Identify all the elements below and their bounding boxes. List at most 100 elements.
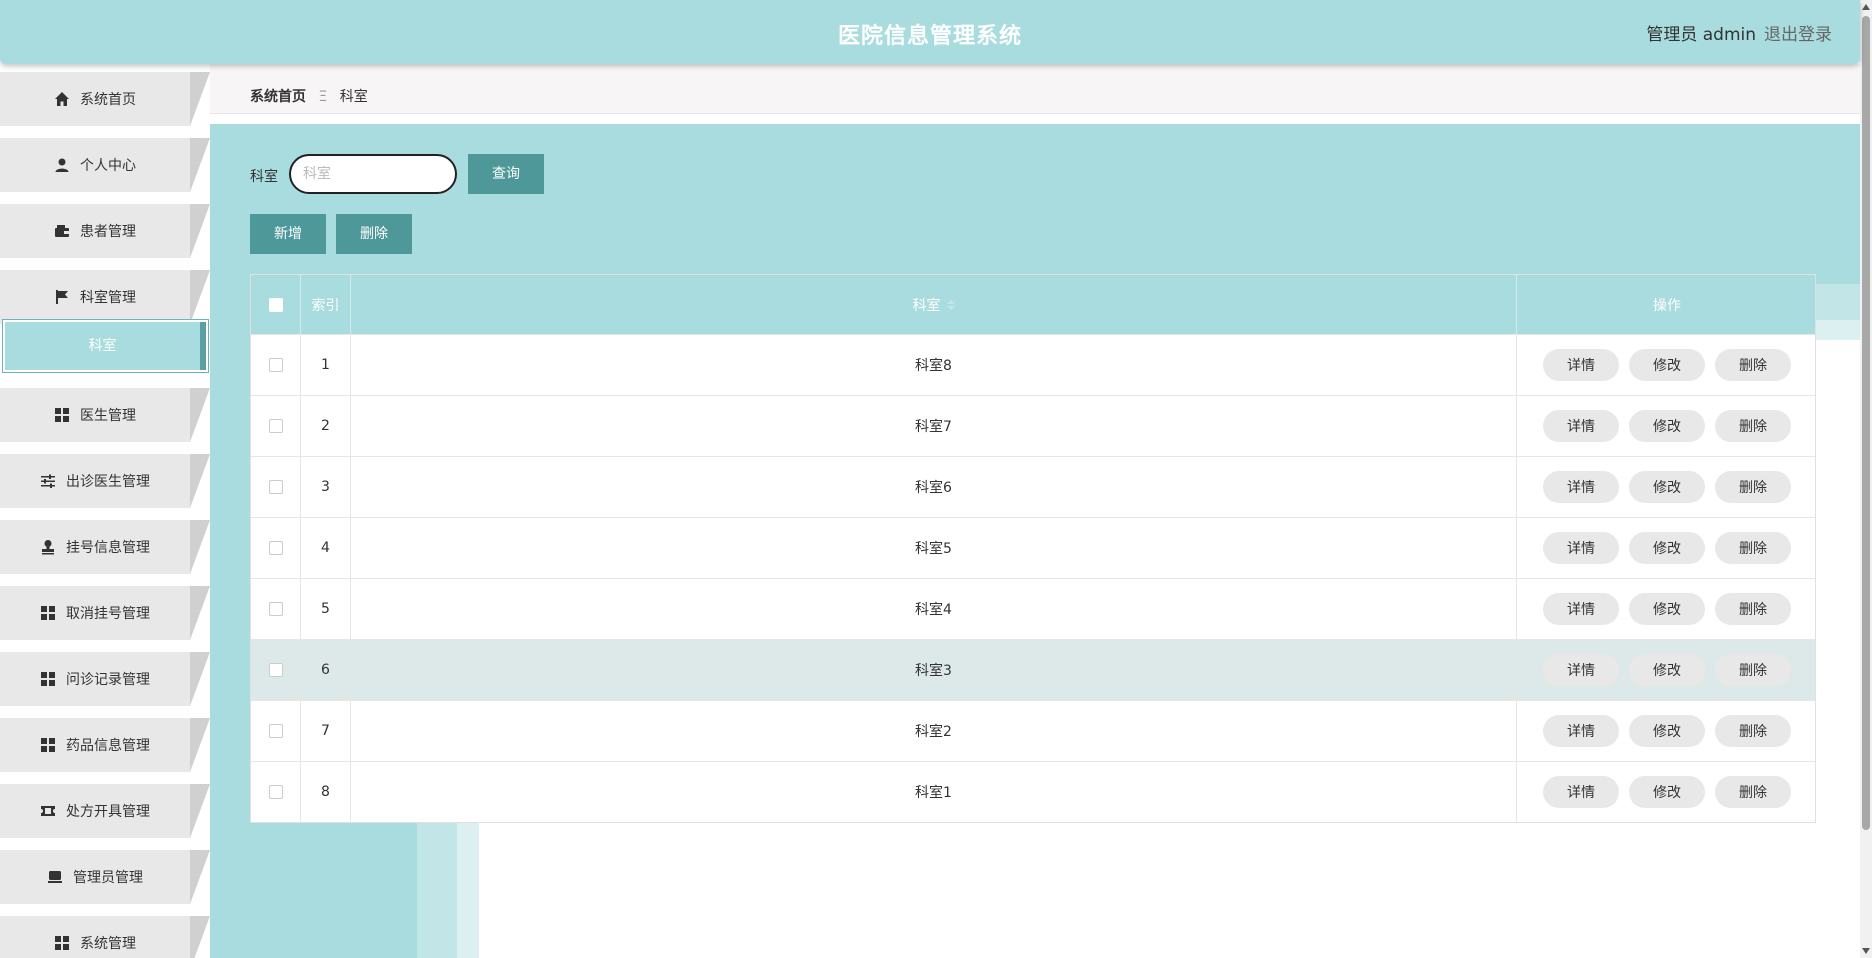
sidebar-item-consultation-records[interactable]: 问诊记录管理: [0, 650, 210, 706]
edit-button[interactable]: 修改: [1629, 471, 1705, 503]
sidebar-item-patients[interactable]: 患者管理: [0, 202, 210, 258]
top-header: 医院信息管理系统 管理员 admin 退出登录: [0, 0, 1860, 64]
sidebar-item-drugs[interactable]: 药品信息管理: [0, 716, 210, 772]
row-checkbox[interactable]: [268, 358, 283, 372]
breadcrumb-home[interactable]: 系统首页: [250, 89, 306, 105]
delete-button[interactable]: 删除: [1715, 410, 1791, 442]
ticket-icon: [41, 806, 55, 816]
delete-button[interactable]: 删除: [1715, 349, 1791, 381]
sliders-icon: [41, 474, 55, 488]
edit-button[interactable]: 修改: [1629, 349, 1705, 381]
scroll-down-icon[interactable]: [1862, 948, 1870, 954]
sidebar-item-registrations[interactable]: 挂号信息管理: [0, 518, 210, 574]
row-name: 科室5: [351, 518, 1517, 578]
wallet-icon: [55, 225, 69, 237]
user-icon: [55, 158, 69, 172]
logout-link[interactable]: 退出登录: [1764, 20, 1832, 45]
row-checkbox[interactable]: [268, 724, 283, 738]
delete-button[interactable]: 删除: [1715, 654, 1791, 686]
add-button[interactable]: 新增: [250, 214, 326, 254]
table-row: 6 科室3 详情 修改 删除: [251, 639, 1815, 700]
breadcrumb-separator: Ξ: [318, 89, 328, 105]
table-row: 8 科室1 详情 修改 删除: [251, 761, 1815, 822]
delete-button[interactable]: 删除: [1715, 532, 1791, 564]
sidebar-item-label: 药品信息管理: [66, 738, 150, 754]
edit-button[interactable]: 修改: [1629, 715, 1705, 747]
delete-button[interactable]: 删除: [1715, 776, 1791, 808]
row-index: 3: [301, 457, 351, 517]
detail-button[interactable]: 详情: [1543, 715, 1619, 747]
edit-button[interactable]: 修改: [1629, 410, 1705, 442]
active-indicator: [200, 322, 206, 370]
row-checkbox[interactable]: [268, 602, 283, 616]
row-index: 1: [301, 335, 351, 395]
detail-button[interactable]: 详情: [1543, 532, 1619, 564]
sidebar-subitem-label: 科室: [88, 338, 117, 354]
delete-button[interactable]: 删除: [1715, 471, 1791, 503]
breadcrumb: 系统首页 Ξ 科室: [250, 86, 368, 106]
detail-button[interactable]: 详情: [1543, 654, 1619, 686]
detail-button[interactable]: 详情: [1543, 410, 1619, 442]
sidebar-item-home[interactable]: 系统首页: [0, 70, 210, 126]
row-index: 6: [301, 640, 351, 700]
delete-button[interactable]: 删除: [1715, 593, 1791, 625]
table-row: 2 科室7 详情 修改 删除: [251, 395, 1815, 456]
sidebar-item-profile[interactable]: 个人中心: [0, 136, 210, 192]
delete-button[interactable]: 删除: [1715, 715, 1791, 747]
detail-button[interactable]: 详情: [1543, 776, 1619, 808]
breadcrumb-current: 科室: [339, 89, 368, 105]
app-title: 医院信息管理系统: [837, 24, 1022, 49]
scroll-thumb[interactable]: [1862, 16, 1870, 830]
sidebar-item-cancel-registrations[interactable]: 取消挂号管理: [0, 584, 210, 640]
table-row: 5 科室4 详情 修改 删除: [251, 578, 1815, 639]
page-scrollbar[interactable]: [1860, 0, 1872, 958]
row-name: 科室6: [351, 457, 1517, 517]
sidebar-item-system[interactable]: 系统管理: [0, 914, 210, 958]
column-header-name-label: 科室: [912, 297, 941, 314]
sidebar-subitem-department[interactable]: 科室: [3, 320, 208, 372]
column-header-name[interactable]: 科室: [351, 275, 1517, 334]
edit-button[interactable]: 修改: [1629, 593, 1705, 625]
search-input[interactable]: [289, 154, 457, 194]
sort-icon[interactable]: [946, 299, 955, 310]
detail-button[interactable]: 详情: [1543, 471, 1619, 503]
sidebar-item-admins[interactable]: 管理员管理: [0, 848, 210, 904]
sidebar-item-label: 系统管理: [80, 936, 136, 952]
row-checkbox[interactable]: [268, 419, 283, 433]
scroll-up-icon[interactable]: [1862, 4, 1870, 10]
row-name: 科室3: [351, 640, 1517, 700]
grid-icon: [55, 408, 69, 422]
row-checkbox[interactable]: [268, 541, 283, 555]
edit-button[interactable]: 修改: [1629, 654, 1705, 686]
sidebar-item-visiting-doctors[interactable]: 出诊医生管理: [0, 452, 210, 508]
flag-icon: [56, 290, 68, 304]
edit-button[interactable]: 修改: [1629, 776, 1705, 808]
sidebar-item-departments[interactable]: 科室管理: [0, 268, 210, 324]
grid-icon: [41, 606, 55, 620]
sidebar-item-label: 医生管理: [80, 408, 136, 424]
query-button[interactable]: 查询: [468, 154, 544, 194]
batch-delete-button[interactable]: 删除: [336, 214, 412, 254]
select-all-checkbox[interactable]: [268, 297, 283, 312]
edit-button[interactable]: 修改: [1629, 532, 1705, 564]
sidebar-item-label: 挂号信息管理: [66, 540, 150, 556]
row-checkbox[interactable]: [268, 785, 283, 799]
row-name: 科室1: [351, 762, 1517, 822]
detail-button[interactable]: 详情: [1543, 349, 1619, 381]
sidebar-item-label: 取消挂号管理: [66, 606, 150, 622]
table-header: 索引 科室 操作: [251, 275, 1815, 334]
grid-icon: [41, 738, 55, 752]
sidebar-item-label: 科室管理: [80, 290, 136, 306]
grid-icon: [55, 936, 69, 950]
sidebar-item-prescriptions[interactable]: 处方开具管理: [0, 782, 210, 838]
sidebar-item-label: 处方开具管理: [66, 804, 150, 820]
stamp-icon: [42, 540, 54, 555]
table-row: 1 科室8 详情 修改 删除: [251, 334, 1815, 395]
detail-button[interactable]: 详情: [1543, 593, 1619, 625]
home-icon: [55, 92, 69, 106]
sidebar: 系统首页 个人中心 患者管理 科室管理 医生管理 出诊医生管理 挂号信息管理 取…: [0, 64, 210, 958]
search-label: 科室: [250, 169, 278, 185]
row-checkbox[interactable]: [268, 663, 283, 677]
row-checkbox[interactable]: [268, 480, 283, 494]
sidebar-item-doctors[interactable]: 医生管理: [0, 386, 210, 442]
